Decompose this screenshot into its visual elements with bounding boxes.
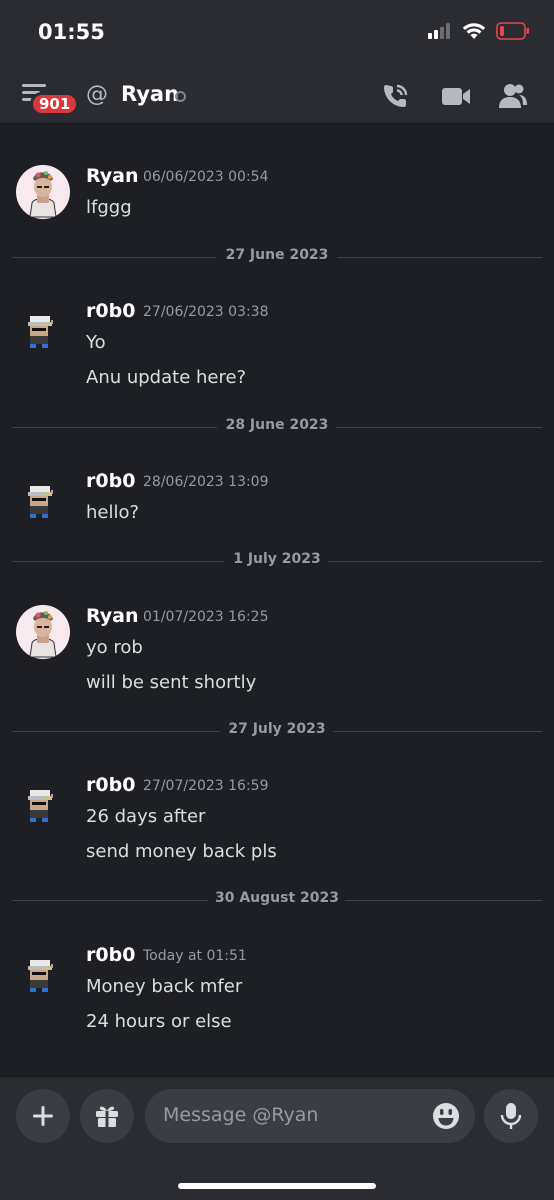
date-divider: 28 June 2023: [12, 417, 542, 437]
user-avatar-r0b0[interactable]: [16, 948, 70, 1002]
voice-message-button[interactable]: [484, 1089, 538, 1143]
message-timestamp: 28/06/2023 13:09: [143, 474, 269, 490]
message-timestamp: 27/07/2023 16:59: [143, 778, 269, 794]
message-timestamp: Today at 01:51: [143, 948, 247, 964]
message-author[interactable]: r0b0: [86, 774, 135, 796]
date-divider-label: 27 July 2023: [228, 721, 326, 737]
message-author[interactable]: Ryan: [86, 605, 139, 627]
date-divider: 27 July 2023: [12, 721, 542, 741]
date-divider: 30 August 2023: [12, 890, 542, 910]
message-text: 26 days after: [86, 806, 206, 827]
message-text: Yo: [86, 332, 106, 353]
date-divider-label: 30 August 2023: [214, 890, 339, 906]
status-time: 01:55: [38, 20, 105, 44]
dm-header: 901 @ Ryan: [0, 74, 554, 118]
battery-low-icon: [496, 22, 529, 40]
message-author[interactable]: Ryan: [86, 165, 139, 187]
gift-button[interactable]: [80, 1089, 134, 1143]
microphone-icon: [500, 1103, 522, 1129]
message-author[interactable]: r0b0: [86, 470, 135, 492]
unread-badge: 901: [30, 92, 80, 116]
date-divider-label: 1 July 2023: [233, 551, 321, 567]
message-text: yo rob: [86, 637, 143, 658]
message-timestamp: 01/07/2023 16:25: [143, 609, 269, 625]
message-text: Money back mfer: [86, 976, 243, 997]
message-author[interactable]: r0b0: [86, 300, 135, 322]
home-indicator: [178, 1183, 376, 1189]
channel-title[interactable]: Ryan: [121, 82, 179, 106]
message-text: send money back pls: [86, 841, 277, 862]
user-avatar-r0b0[interactable]: [16, 778, 70, 832]
user-avatar-ryan[interactable]: [16, 605, 70, 659]
status-icons: [428, 22, 530, 40]
add-attachment-button[interactable]: [16, 1089, 70, 1143]
message-author[interactable]: r0b0: [86, 944, 135, 966]
message-input[interactable]: Message @Ryan: [145, 1089, 475, 1143]
date-divider-label: 28 June 2023: [225, 417, 329, 433]
user-avatar-ryan[interactable]: [16, 165, 70, 219]
voice-call-icon[interactable]: [380, 80, 412, 112]
message-input-placeholder: Message @Ryan: [163, 1104, 319, 1126]
user-avatar-r0b0[interactable]: [16, 304, 70, 358]
top-bar: 01:55 901 @ Ryan: [0, 0, 554, 124]
user-avatar-r0b0[interactable]: [16, 474, 70, 528]
video-call-icon[interactable]: [440, 80, 472, 112]
message-timestamp: 27/06/2023 03:38: [143, 304, 269, 320]
offline-status-icon: [175, 91, 186, 102]
plus-icon: [33, 1106, 53, 1126]
wifi-icon: [462, 23, 486, 39]
message-text: hello?: [86, 502, 140, 523]
members-icon[interactable]: [497, 80, 529, 112]
cellular-signal-icon: [428, 23, 450, 39]
date-divider: 1 July 2023: [12, 551, 542, 571]
message-text: Anu update here?: [86, 367, 247, 388]
message-text: will be sent shortly: [86, 672, 257, 693]
gift-icon: [96, 1106, 118, 1127]
message-text: lfggg: [86, 197, 132, 218]
date-divider-label: 27 June 2023: [225, 247, 329, 263]
composer-bar: Message @Ryan: [0, 1076, 554, 1200]
emoji-icon[interactable]: [431, 1101, 461, 1131]
date-divider: 27 June 2023: [12, 247, 542, 267]
message-list[interactable]: Ryan 06/06/2023 00:54 lfggg 27 June 2023…: [0, 125, 554, 1075]
at-icon: @: [86, 82, 108, 107]
message-text: 24 hours or else: [86, 1011, 232, 1032]
message-timestamp: 06/06/2023 00:54: [143, 169, 269, 185]
